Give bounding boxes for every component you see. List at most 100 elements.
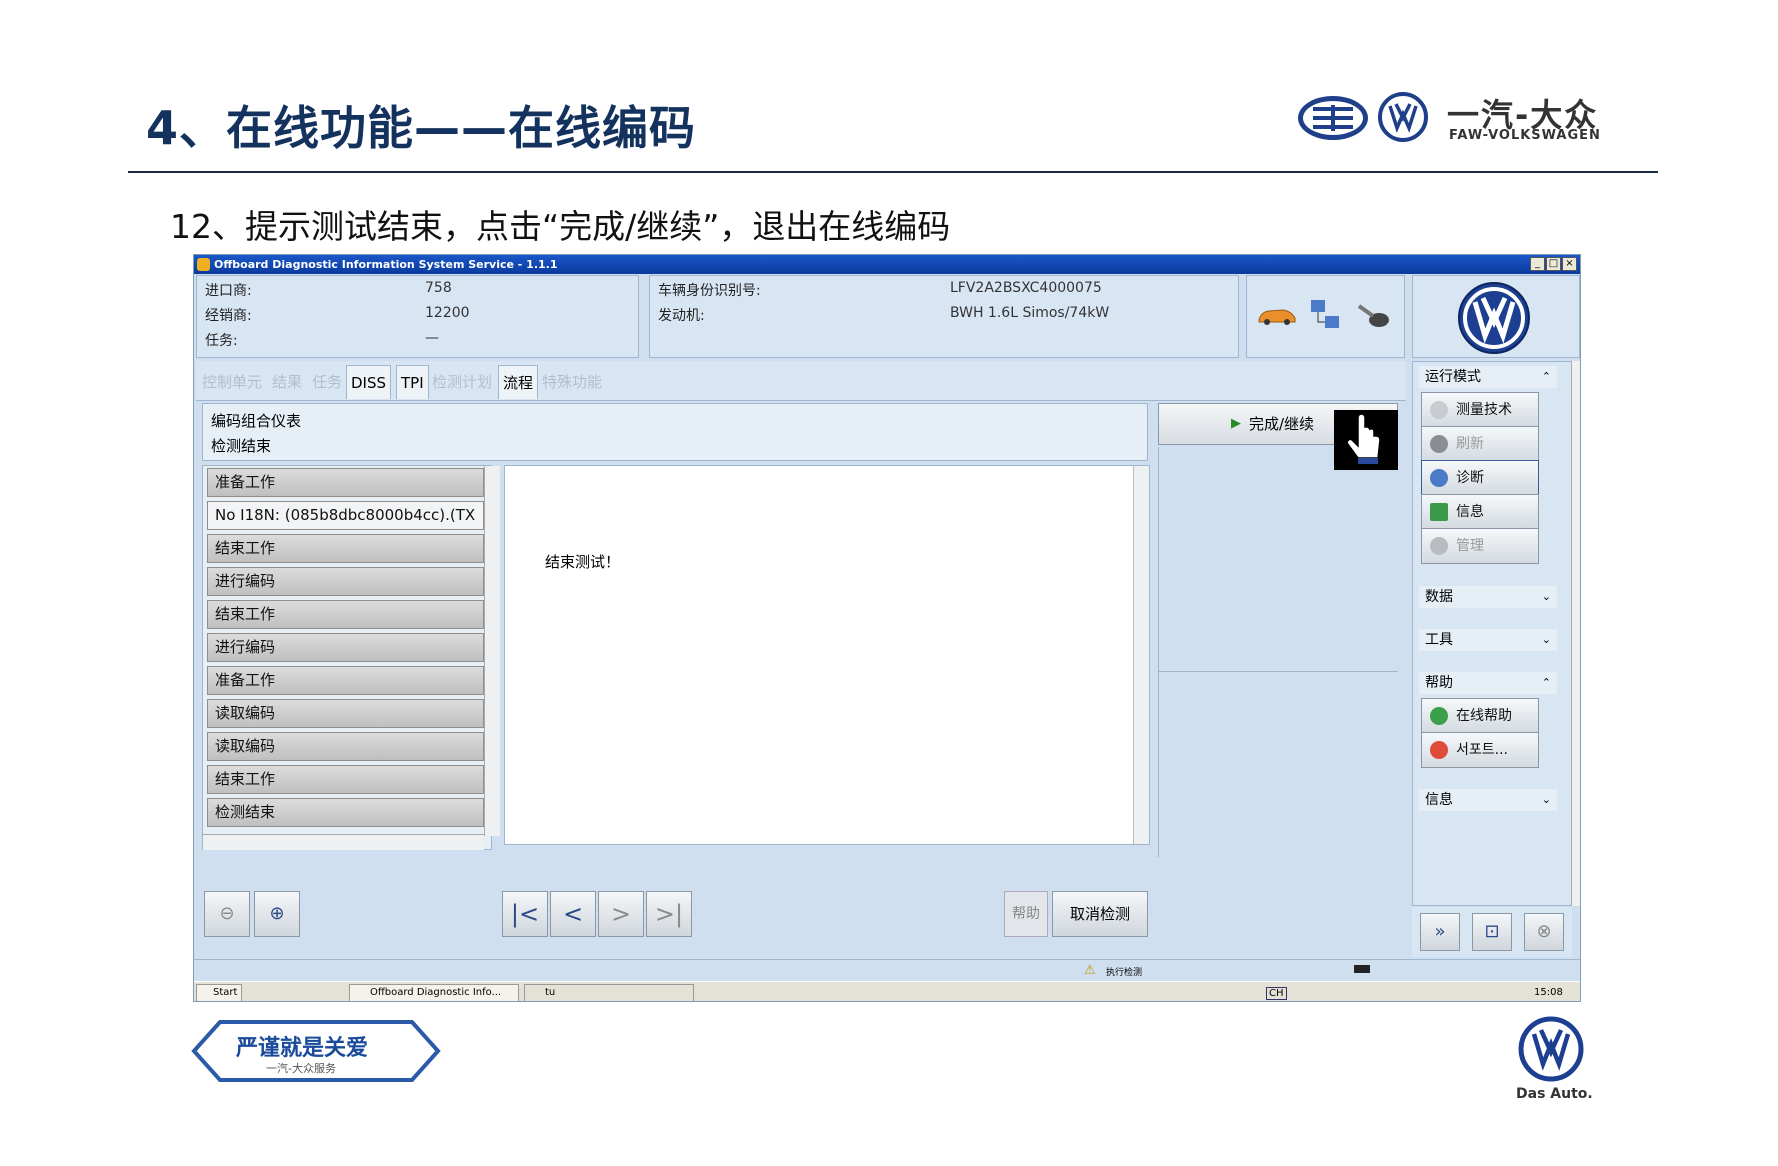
tab-test-plan[interactable]: 检测计划: [428, 365, 496, 399]
list-item[interactable]: No I18N: (085b8dbc8000b4cc).(TX: [207, 501, 484, 530]
faw-logo-icon: [1298, 96, 1368, 140]
vehicle-info-panel: 车辆身份识别号: LFV2A2BSXC4000075 发动机: BWH 1.6L…: [649, 275, 1239, 358]
key-icon: [1357, 304, 1389, 327]
sidebar-item-admin[interactable]: 管理: [1421, 528, 1539, 564]
sidebar-section-mode[interactable]: 运行模式 ⌃: [1419, 366, 1557, 388]
sidebar-section-data[interactable]: 数据 ⌄: [1419, 586, 1557, 608]
message-area: 结束测试！: [504, 465, 1150, 845]
slogan-subtext: 一汽-大众服务: [266, 1062, 336, 1075]
sidebar-item-diagnosis[interactable]: 诊断: [1421, 460, 1539, 496]
list-item[interactable]: 结束工作: [207, 600, 484, 629]
odis-window: Offboard Diagnostic Information System S…: [193, 254, 1581, 1002]
first-step-icon[interactable]: |<: [502, 891, 548, 937]
sidebar-item-online-help[interactable]: 在线帮助: [1421, 698, 1539, 734]
importer-label: 进口商:: [205, 283, 252, 299]
last-step-icon[interactable]: >|: [646, 891, 692, 937]
engine-label: 发动机:: [658, 308, 705, 324]
progress-indicator-icon: [1354, 965, 1370, 973]
gear-icon: [1430, 537, 1448, 555]
tab-special-functions[interactable]: 特殊功能: [538, 365, 606, 399]
previous-step-icon[interactable]: <: [550, 891, 596, 937]
sidebar-bottom-tools: » ⊡ ⊗: [1412, 907, 1572, 957]
chevron-down-icon: ⌄: [1541, 590, 1551, 603]
chevron-up-icon: ⌃: [1541, 370, 1551, 383]
tab-flow[interactable]: 流程: [498, 365, 539, 399]
tab-tasks[interactable]: 任务: [308, 365, 346, 399]
panel-divider: [1158, 671, 1398, 672]
window-titlebar[interactable]: Offboard Diagnostic Information System S…: [194, 255, 1580, 274]
chevron-down-icon: ⌄: [1541, 633, 1551, 646]
zoom-in-icon[interactable]: ⊕: [254, 891, 300, 937]
sidebar-item-measurement[interactable]: 测量技术: [1421, 392, 1539, 428]
zoom-out-icon[interactable]: ⊖: [204, 891, 250, 937]
exit-icon[interactable]: ⊗: [1524, 913, 1564, 951]
list-item[interactable]: 检测结束: [207, 798, 484, 827]
sidebar-scrollbar[interactable]: [1571, 361, 1580, 906]
hand-cursor-icon: [1334, 410, 1398, 470]
message-text: 结束测试！: [545, 553, 621, 571]
books-icon: [1430, 503, 1448, 521]
help-icon: [1430, 707, 1448, 725]
message-vertical-scrollbar[interactable]: [1133, 466, 1149, 844]
close-button[interactable]: ×: [1562, 257, 1577, 271]
step-list-horizontal-scrollbar[interactable]: [203, 834, 484, 850]
list-item[interactable]: 读取编码: [207, 732, 484, 761]
vin-label: 车辆身份识别号:: [658, 283, 761, 299]
vw-logo-icon: [1378, 92, 1428, 142]
car-icon: [1258, 309, 1296, 325]
chevron-down-icon: ⌄: [1541, 793, 1551, 806]
slide-subtitle: 12、提示测试结束，点击“完成/继续”，退出在线编码: [170, 207, 951, 246]
slide-title: 4、在线功能——在线编码: [146, 101, 697, 155]
list-item[interactable]: 读取编码: [207, 699, 484, 728]
minimize-button[interactable]: _: [1530, 257, 1545, 271]
list-item[interactable]: 结束工作: [207, 534, 484, 563]
instruction-panel: [1158, 447, 1398, 857]
sidebar-section-tools[interactable]: 工具 ⌄: [1419, 629, 1557, 651]
vw-logo-icon: [1458, 282, 1530, 354]
list-item[interactable]: 结束工作: [207, 765, 484, 794]
path-line-1: 编码组合仪表: [211, 412, 302, 430]
list-item[interactable]: 进行编码: [207, 633, 484, 662]
screenshot-icon[interactable]: ⊡: [1472, 913, 1512, 951]
start-button[interactable]: Start: [196, 984, 242, 1001]
list-item[interactable]: 准备工作: [207, 666, 484, 695]
list-item[interactable]: 进行编码: [207, 567, 484, 596]
sidebar-section-info[interactable]: 信息 ⌄: [1419, 789, 1557, 811]
list-item[interactable]: 准备工作: [207, 468, 484, 497]
task-value: —: [425, 330, 439, 346]
app-icon: [197, 258, 210, 271]
dealer-value: 12200: [425, 305, 470, 321]
tab-control-unit[interactable]: 控制单元: [198, 365, 266, 399]
sidebar-section-help[interactable]: 帮助 ⌃: [1419, 672, 1557, 694]
windows-taskbar: Start Offboard Diagnostic Info... tu CH …: [194, 981, 1580, 1001]
vw-logo-icon: [1518, 1016, 1584, 1082]
title-divider: [128, 171, 1658, 173]
clock: 15:08: [1534, 987, 1563, 998]
task-label: 任务:: [205, 333, 238, 349]
main-tabs: 控制单元 结果 任务 DISS TPI 检测计划 流程 特殊功能: [196, 361, 1406, 401]
play-arrow-icon: ▶: [1231, 416, 1241, 431]
taskbar-item-odis[interactable]: Offboard Diagnostic Info...: [349, 984, 519, 1001]
sidebar-item-support[interactable]: 서포트...: [1421, 732, 1539, 768]
taskbar-item-folder[interactable]: tu: [524, 984, 694, 1001]
service-slogan-logo: 严谨就是关爱 一汽-大众服务: [190, 1018, 442, 1084]
maximize-button[interactable]: □: [1546, 257, 1561, 271]
sidebar-item-info[interactable]: 信息: [1421, 494, 1539, 530]
tab-tpi[interactable]: TPI: [396, 365, 429, 399]
sidebar-item-refresh[interactable]: 刷新: [1421, 426, 1539, 462]
warning-icon: ⚠: [1084, 963, 1096, 978]
step-list-vertical-scrollbar[interactable]: [484, 466, 500, 836]
done-continue-label: 完成/继续: [1249, 415, 1315, 433]
language-indicator[interactable]: CH: [1266, 987, 1287, 1000]
next-step-icon[interactable]: >: [598, 891, 644, 937]
tab-diss[interactable]: DISS: [346, 365, 392, 399]
help-button[interactable]: 帮助: [1004, 891, 1048, 937]
tab-results[interactable]: 结果: [268, 365, 306, 399]
sidebar: 运行模式 ⌃ 测量技术 刷新 诊断 信息 管理 数据 ⌄ 工具 ⌄ 帮助 ⌃ 在线帮助 …: [1412, 361, 1572, 906]
cancel-test-button[interactable]: 取消检测: [1052, 891, 1148, 937]
importer-value: 758: [425, 280, 452, 296]
vw-brand-panel: [1412, 275, 1580, 358]
expand-icon[interactable]: »: [1420, 913, 1460, 951]
status-bar: ⚠ 执行检测: [194, 959, 1580, 981]
step-list: 准备工作 No I18N: (085b8dbc8000b4cc).(TX 结束工…: [202, 465, 500, 850]
